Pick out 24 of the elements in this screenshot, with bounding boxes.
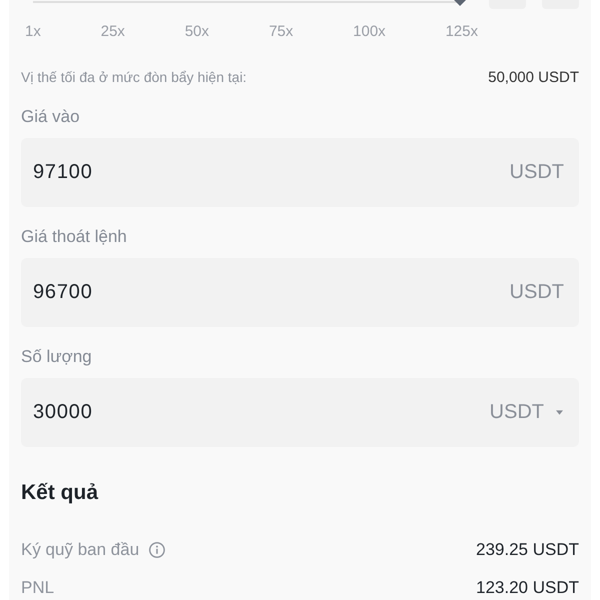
result-label: PNL: [21, 578, 54, 598]
tick-label: 125x: [445, 22, 478, 42]
result-label: Ký quỹ ban đầu: [21, 540, 140, 560]
tick-label: 1x: [25, 22, 41, 42]
max-position-value: 50,000 USDT: [488, 68, 579, 86]
result-value: 123.20 USDT: [476, 578, 579, 598]
field-label: Giá thoát lệnh: [21, 226, 128, 248]
tick-label: 100x: [353, 22, 386, 42]
section-title: Kết quả: [21, 480, 100, 506]
tick-label: 25x: [100, 22, 125, 42]
info-icon[interactable]: [149, 542, 166, 558]
field-label: Số lượng: [21, 346, 93, 368]
number-field[interactable]: 97100 USDT: [21, 138, 579, 207]
result-value: 239.25 USDT: [476, 540, 579, 560]
tick-label: 75x: [268, 22, 294, 42]
slider-thumb[interactable]: [454, 0, 466, 6]
caret-icon: [556, 410, 563, 415]
number-field[interactable]: 30000 USDT: [21, 378, 579, 447]
field-label: Giá vào: [21, 106, 81, 128]
unit-label: USDT: [510, 161, 564, 184]
tick-label: 50x: [184, 22, 210, 42]
max-position-label: Vị thế tối đa ở mức đòn bẩy hiện tại:: [21, 69, 247, 85]
unit-label: USDT: [510, 281, 564, 304]
number-field[interactable]: 96700 USDT: [21, 258, 579, 327]
